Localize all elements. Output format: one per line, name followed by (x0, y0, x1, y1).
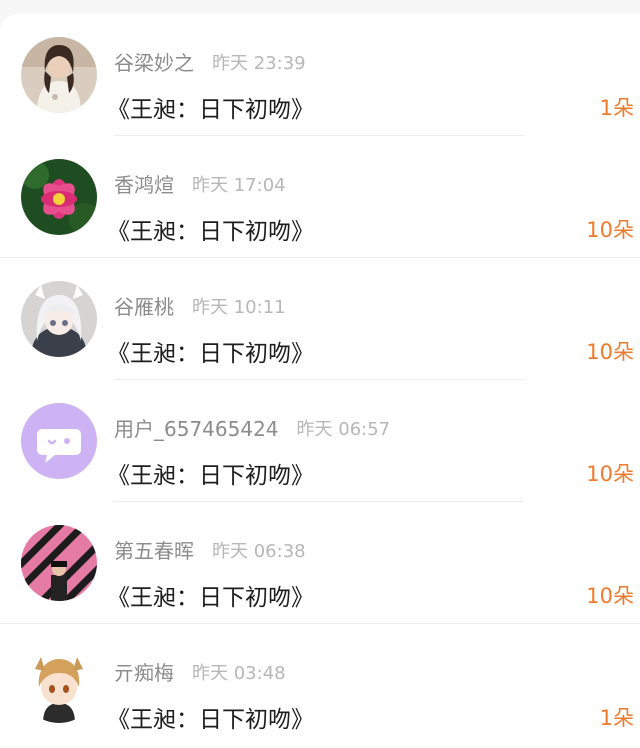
avatar[interactable] (21, 647, 97, 723)
user-line: 亓痴梅 昨天 03:48 (114, 657, 286, 685)
book-title[interactable]: 《王昶：日下初吻》 (107, 456, 314, 490)
username[interactable]: 香鸿煊 (114, 173, 174, 197)
user-line: 谷雁桃 昨天 10:11 (114, 291, 286, 319)
avatar[interactable] (21, 403, 97, 479)
timestamp: 昨天 10:11 (192, 296, 286, 318)
gift-record-list: 谷梁妙之 昨天 23:39 《王昶：日下初吻》 1朵 香鸿煊 昨天 17:04 《王… (0, 14, 640, 748)
username[interactable]: 谷梁妙之 (114, 51, 194, 75)
avatar[interactable] (21, 159, 97, 235)
flower-count: 10朵 (586, 584, 634, 608)
timestamp: 昨天 03:48 (192, 662, 286, 684)
avatar[interactable] (21, 37, 97, 113)
list-item[interactable]: 亓痴梅 昨天 03:48 《王昶：日下初吻》 1朵 (0, 624, 640, 746)
list-item[interactable]: 香鸿煊 昨天 17:04 《王昶：日下初吻》 10朵 (0, 136, 640, 258)
photo-girl-icon (21, 37, 97, 113)
lotus-flower-icon (21, 159, 97, 235)
book-title[interactable]: 《王昶：日下初吻》 (107, 212, 314, 246)
book-title[interactable]: 《王昶：日下初吻》 (107, 700, 314, 734)
striped-person-icon (21, 525, 97, 601)
list-item[interactable]: 第五春晖 昨天 06:38 《王昶：日下初吻》 10朵 (0, 502, 640, 624)
username[interactable]: 用户_657465424 (114, 417, 279, 441)
flower-count: 10朵 (586, 218, 634, 242)
timestamp: 昨天 06:57 (296, 418, 391, 440)
anime-boy-icon (21, 647, 97, 723)
timestamp: 昨天 23:39 (212, 52, 306, 74)
list-item[interactable]: 用户_657465424 昨天 06:57 《王昶：日下初吻》 10朵 (0, 380, 640, 502)
username[interactable]: 亓痴梅 (114, 661, 174, 685)
user-line: 香鸿煊 昨天 17:04 (114, 169, 286, 197)
book-title[interactable]: 《王昶：日下初吻》 (107, 90, 314, 124)
flower-count: 10朵 (586, 340, 634, 364)
username[interactable]: 第五春晖 (114, 539, 194, 563)
book-title[interactable]: 《王昶：日下初吻》 (107, 334, 314, 368)
user-line: 谷梁妙之 昨天 23:39 (114, 47, 306, 75)
list-item[interactable]: 谷雁桃 昨天 10:11 《王昶：日下初吻》 10朵 (0, 258, 640, 380)
flower-count: 10朵 (586, 462, 634, 486)
book-title[interactable]: 《王昶：日下初吻》 (107, 578, 314, 612)
user-line: 用户_657465424 昨天 06:57 (114, 413, 390, 441)
timestamp: 昨天 06:38 (212, 540, 306, 562)
timestamp: 昨天 17:04 (192, 174, 286, 196)
list-item[interactable]: 谷梁妙之 昨天 23:39 《王昶：日下初吻》 1朵 (0, 14, 640, 136)
flower-count: 1朵 (599, 96, 634, 120)
user-line: 第五春晖 昨天 06:38 (114, 535, 306, 563)
username[interactable]: 谷雁桃 (114, 295, 174, 319)
avatar[interactable] (21, 525, 97, 601)
flower-count: 1朵 (599, 706, 634, 730)
default-chat-bubble-icon (21, 403, 97, 479)
avatar[interactable] (21, 281, 97, 357)
anime-girl-icon (21, 281, 97, 357)
